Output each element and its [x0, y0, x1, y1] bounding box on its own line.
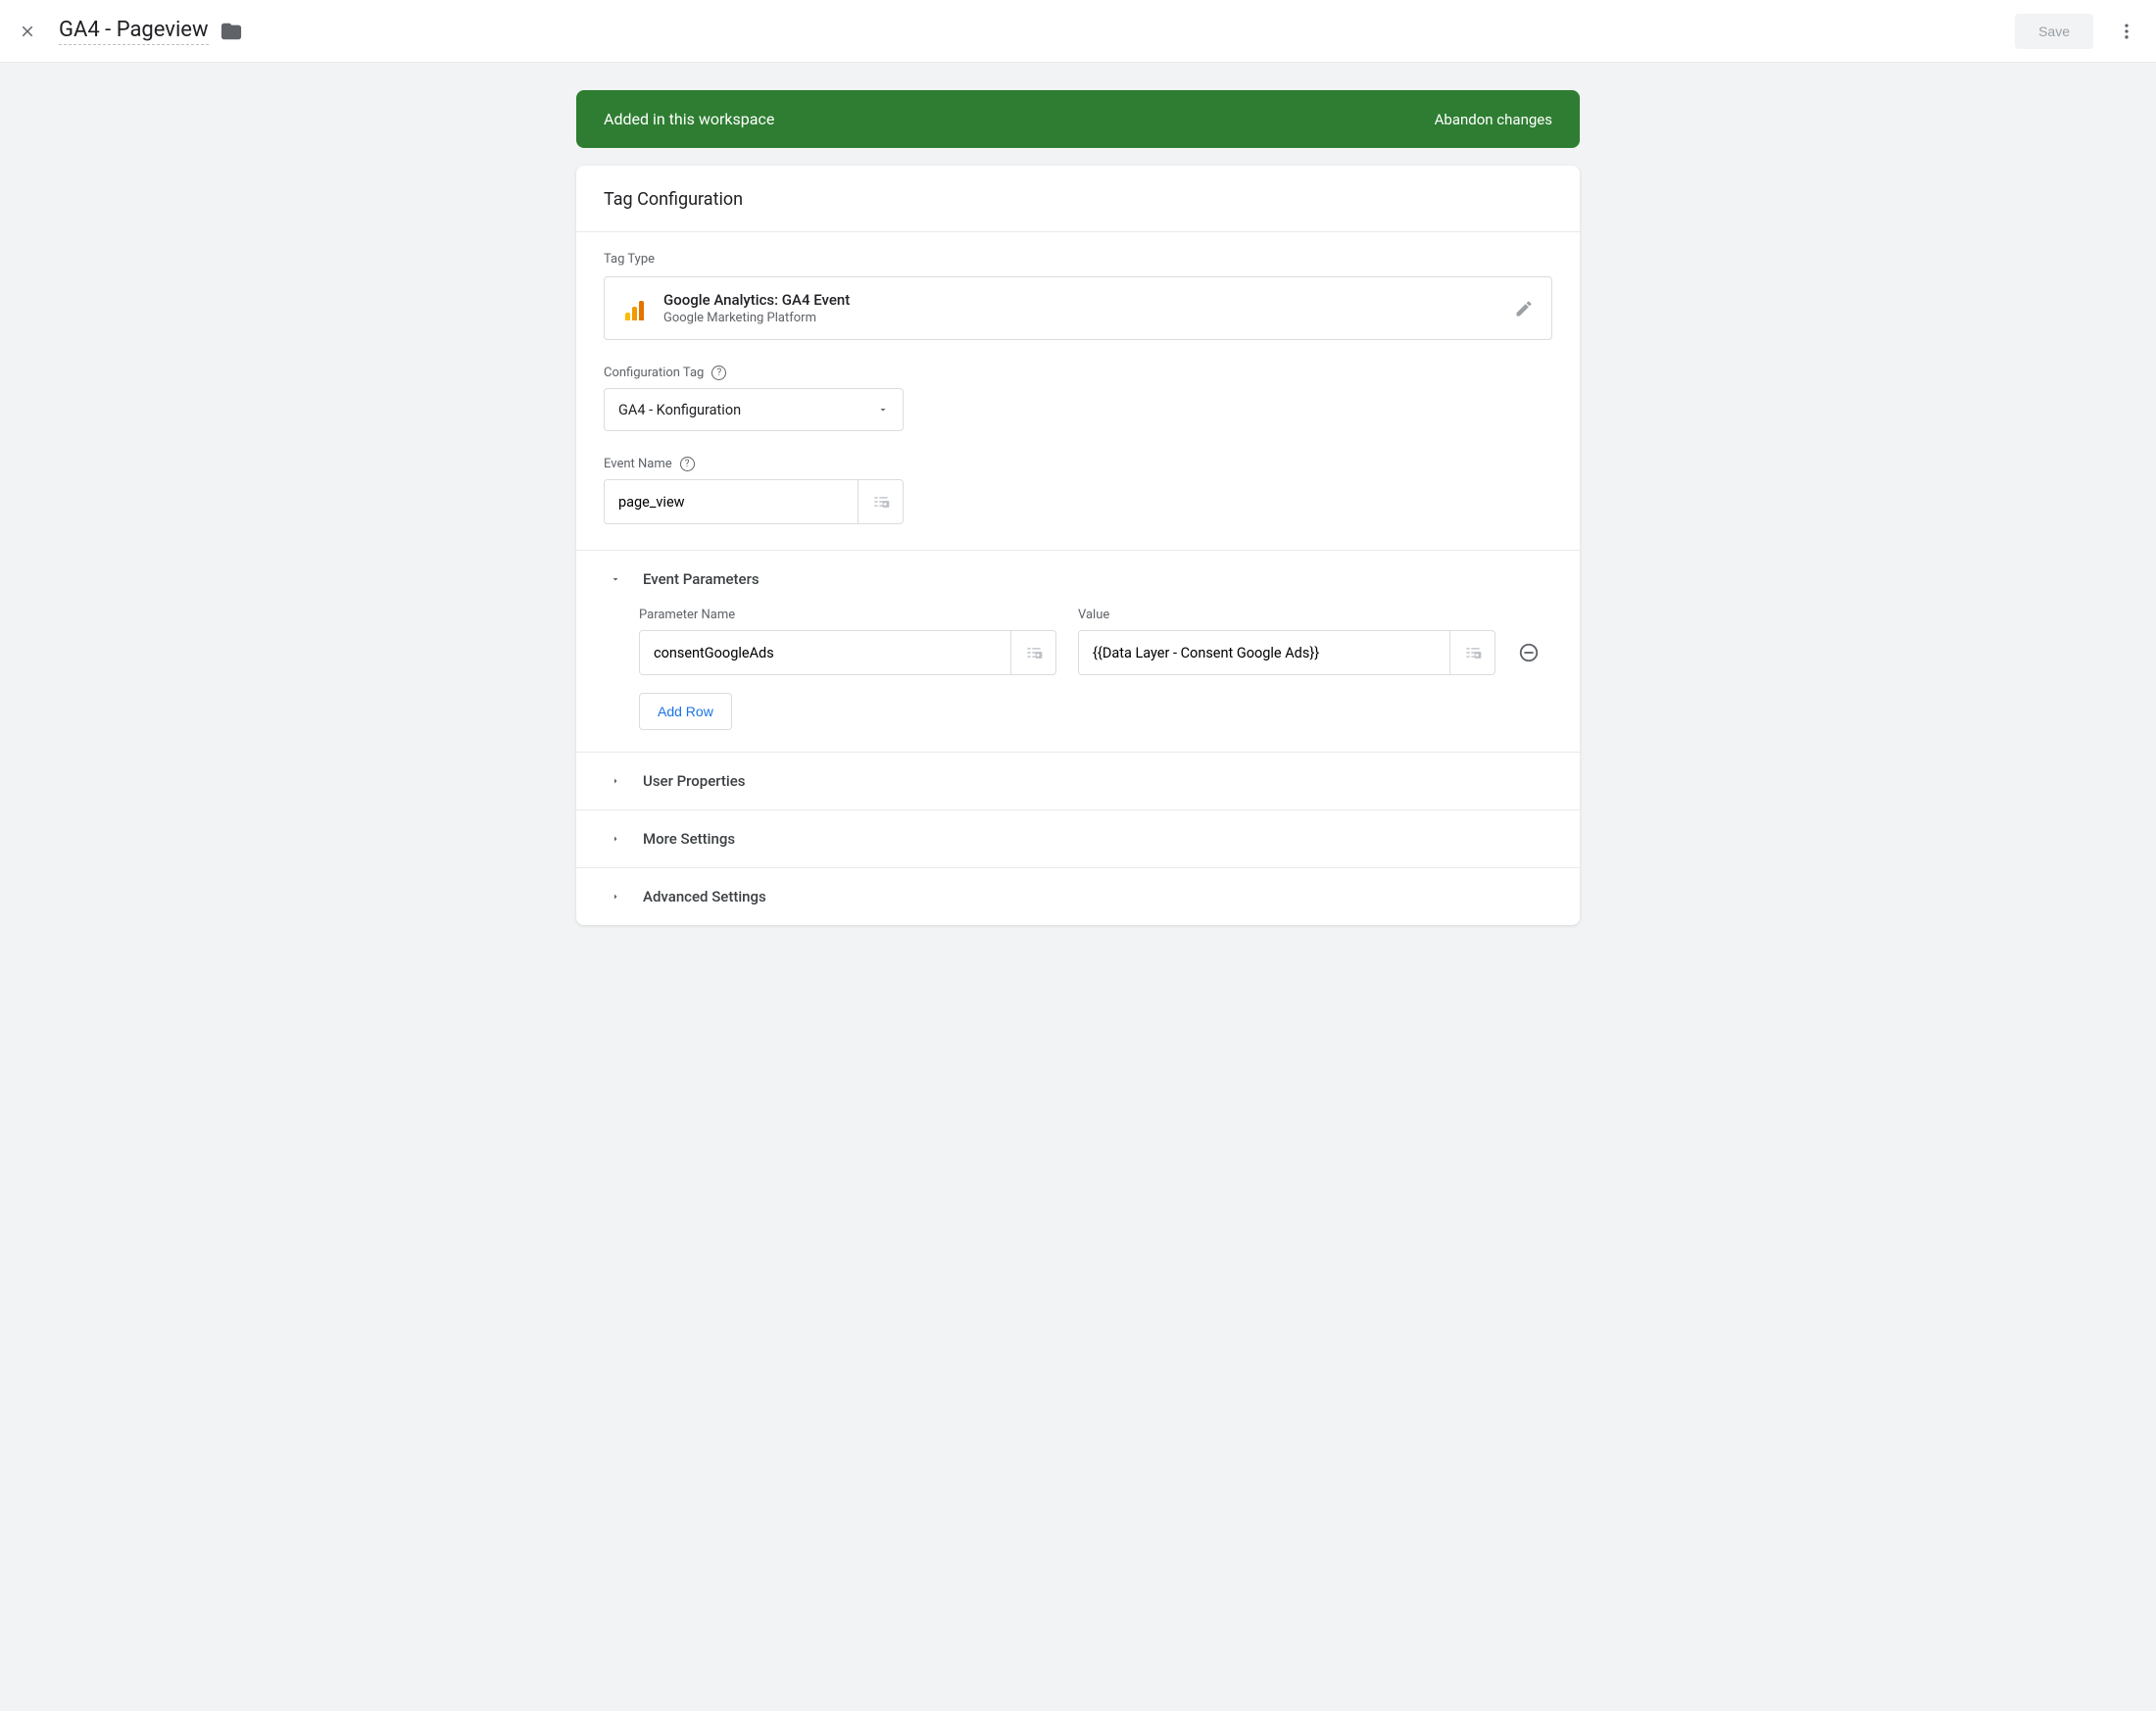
chevron-down-icon: [610, 572, 621, 586]
edit-icon[interactable]: [1514, 299, 1534, 318]
user-properties-toggle[interactable]: User Properties: [610, 753, 1546, 809]
param-name-header: Parameter Name: [639, 608, 1056, 622]
banner-message: Added in this workspace: [604, 110, 774, 128]
user-properties-label: User Properties: [643, 772, 746, 790]
close-icon[interactable]: [16, 20, 39, 43]
tag-type-selector[interactable]: Google Analytics: GA4 Event Google Marke…: [604, 276, 1552, 340]
event-name-input[interactable]: [605, 480, 858, 523]
event-parameters-toggle[interactable]: Event Parameters: [610, 551, 1546, 608]
config-tag-value: GA4 - Konfiguration: [618, 402, 741, 418]
param-row: [639, 630, 1552, 675]
more-settings-label: More Settings: [643, 830, 735, 848]
abandon-changes-button[interactable]: Abandon changes: [1435, 111, 1552, 128]
advanced-settings-toggle[interactable]: Advanced Settings: [610, 868, 1546, 925]
more-settings-toggle[interactable]: More Settings: [610, 810, 1546, 867]
tag-configuration-card: Tag Configuration Tag Type Google Analyt…: [576, 166, 1580, 925]
more-menu-icon[interactable]: [2113, 18, 2140, 45]
page-title[interactable]: GA4 - Pageview: [59, 18, 209, 45]
tag-type-subtitle: Google Marketing Platform: [663, 311, 1496, 325]
config-tag-label: Configuration Tag: [604, 366, 704, 380]
variable-picker-icon[interactable]: [1449, 631, 1494, 674]
tag-type-label: Tag Type: [604, 252, 1552, 267]
event-name-label: Event Name: [604, 457, 672, 471]
variable-picker-icon[interactable]: [1010, 631, 1055, 674]
param-value-input[interactable]: [1079, 631, 1449, 674]
add-row-button[interactable]: Add Row: [639, 693, 732, 730]
event-parameters-label: Event Parameters: [643, 570, 760, 588]
card-title: Tag Configuration: [576, 166, 1580, 232]
save-button[interactable]: Save: [2015, 14, 2093, 49]
tag-type-name: Google Analytics: GA4 Event: [663, 291, 1496, 309]
folder-icon[interactable]: [220, 21, 242, 42]
param-value-header: Value: [1078, 608, 1495, 622]
workspace-banner: Added in this workspace Abandon changes: [576, 90, 1580, 148]
chevron-right-icon: [610, 890, 621, 904]
chevron-down-icon: [877, 404, 889, 416]
remove-row-icon[interactable]: [1517, 641, 1541, 664]
chevron-right-icon: [610, 832, 621, 846]
variable-picker-icon[interactable]: [858, 480, 903, 523]
config-tag-select[interactable]: GA4 - Konfiguration: [604, 388, 904, 431]
advanced-settings-label: Advanced Settings: [643, 888, 766, 905]
app-header: GA4 - Pageview Save: [0, 0, 2156, 63]
help-icon[interactable]: ?: [680, 457, 695, 471]
ga-logo-icon: [622, 297, 646, 320]
help-icon[interactable]: ?: [711, 366, 726, 380]
param-name-input[interactable]: [640, 631, 1010, 674]
chevron-right-icon: [610, 774, 621, 788]
